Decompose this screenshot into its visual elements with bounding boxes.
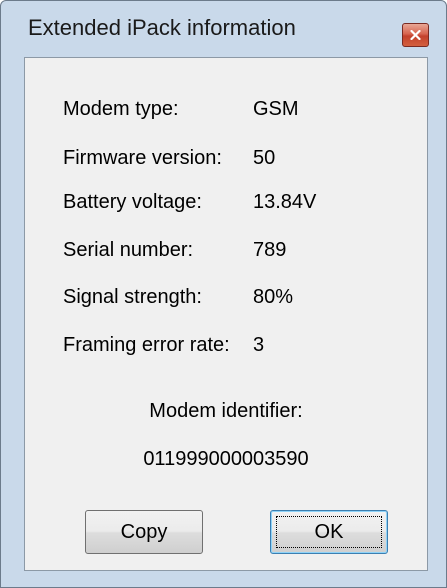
title-bar[interactable]: Extended iPack information bbox=[1, 1, 446, 55]
modem-type-value: GSM bbox=[253, 98, 299, 120]
serial-number-value: 789 bbox=[253, 239, 287, 261]
firmware-version-value: 50 bbox=[253, 147, 276, 169]
copy-button-label: Copy bbox=[120, 520, 168, 543]
signal-strength-label: Signal strength: bbox=[63, 286, 202, 308]
modem-identifier-label: Modem identifier: bbox=[149, 400, 303, 422]
field-row-framing-error-rate: Framing error rate: 3 bbox=[25, 334, 427, 364]
signal-strength-value: 80% bbox=[253, 286, 294, 308]
modem-type-label: Modem type: bbox=[63, 98, 179, 120]
close-button[interactable] bbox=[402, 23, 429, 47]
copy-button[interactable]: Copy bbox=[85, 510, 203, 554]
window-title: Extended iPack information bbox=[28, 15, 296, 40]
battery-voltage-value: 13.84V bbox=[253, 191, 317, 213]
focus-rectangle: OK bbox=[276, 516, 382, 548]
close-icon bbox=[410, 30, 421, 40]
field-row-firmware-version: Firmware version: 50 bbox=[25, 147, 427, 177]
field-row-serial-number: Serial number: 789 bbox=[25, 239, 427, 269]
field-row-signal-strength: Signal strength: 80% bbox=[25, 286, 427, 316]
framing-error-rate-label: Framing error rate: bbox=[63, 334, 230, 356]
framing-error-rate-value: 3 bbox=[253, 334, 265, 356]
serial-number-label: Serial number: bbox=[63, 239, 194, 261]
field-row-modem-type: Modem type: GSM bbox=[25, 98, 427, 128]
field-row-battery-voltage: Battery voltage: 13.84V bbox=[25, 191, 427, 221]
modem-identifier-value: 011999000003590 bbox=[143, 448, 309, 470]
ok-button[interactable]: OK bbox=[270, 510, 388, 554]
firmware-version-label: Firmware version: bbox=[63, 147, 222, 169]
battery-voltage-label: Battery voltage: bbox=[63, 191, 202, 213]
dialog-content: Modem type: GSM Firmware version: 50 Bat… bbox=[24, 57, 428, 571]
dialog-window: Extended iPack information Modem type: G… bbox=[0, 0, 447, 588]
ok-button-label: OK bbox=[314, 520, 344, 543]
